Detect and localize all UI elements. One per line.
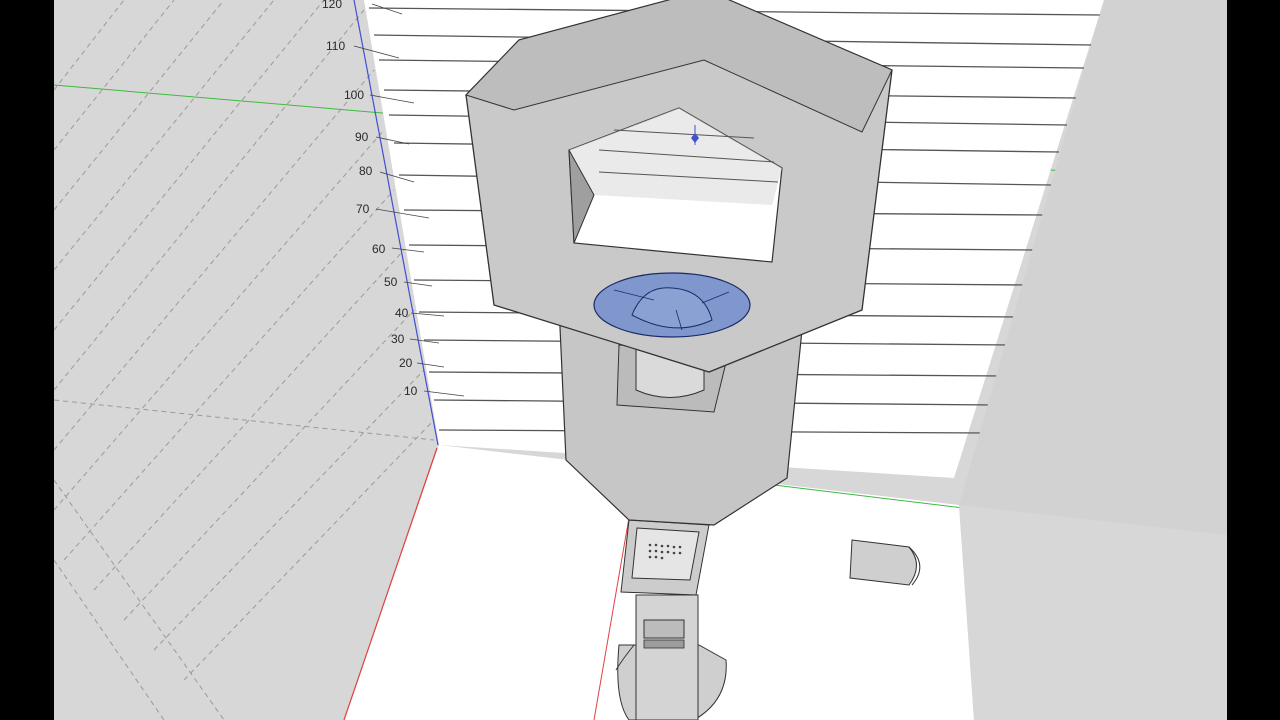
scale-label: 100 bbox=[344, 88, 364, 102]
scene-canvas[interactable]: 120 110 100 90 80 70 60 50 40 30 20 10 bbox=[54, 0, 1227, 720]
scale-label: 80 bbox=[359, 164, 373, 178]
scale-label: 40 bbox=[395, 306, 409, 320]
model-head[interactable] bbox=[465, 0, 893, 373]
scale-label: 10 bbox=[404, 384, 418, 398]
scale-label: 90 bbox=[355, 130, 369, 144]
floor-object[interactable] bbox=[849, 539, 921, 586]
scale-label: 110 bbox=[326, 39, 345, 53]
3d-viewport[interactable]: 120 110 100 90 80 70 60 50 40 30 20 10 bbox=[54, 0, 1227, 720]
scale-label: 120 bbox=[322, 0, 342, 11]
scale-label: 60 bbox=[372, 242, 386, 256]
scale-label: 30 bbox=[391, 332, 405, 346]
letterbox-right bbox=[1227, 0, 1280, 720]
scale-label: 70 bbox=[356, 202, 370, 216]
right-floor-wall bbox=[959, 505, 1227, 720]
letterbox-left bbox=[0, 0, 54, 720]
scale-label: 20 bbox=[399, 356, 413, 370]
scale-label: 50 bbox=[384, 275, 398, 289]
